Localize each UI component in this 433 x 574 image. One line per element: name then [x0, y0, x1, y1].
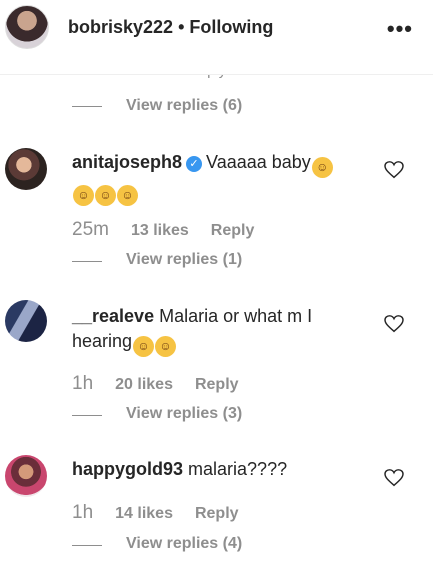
- header-separator: •: [178, 17, 185, 37]
- comment-meta: 1h 20 likes Reply: [72, 373, 261, 395]
- reply-button[interactable]: Reply: [195, 505, 239, 522]
- comment-avatar[interactable]: [5, 300, 47, 342]
- header-avatar[interactable]: [5, 5, 49, 49]
- replies-divider: [72, 545, 102, 546]
- heart-outline-icon[interactable]: [384, 315, 404, 333]
- laughing-tears-emoji-icon: ☺: [95, 185, 116, 206]
- verified-badge-icon: ✓: [186, 156, 203, 172]
- reply-button[interactable]: Reply: [211, 222, 255, 239]
- comment-text: malaria????: [188, 459, 288, 479]
- replies-divider: [72, 415, 102, 416]
- comment-text: Vaaaaa baby: [206, 152, 311, 172]
- more-options-icon[interactable]: •••: [387, 16, 413, 42]
- comment-likes[interactable]: 14 likes: [115, 505, 173, 522]
- laughing-tears-emoji-icon: ☺: [117, 185, 138, 206]
- view-replies-link[interactable]: View replies (1): [126, 251, 242, 269]
- comment-time: 1h: [72, 502, 94, 523]
- comment-username[interactable]: anitajoseph8: [72, 152, 182, 172]
- laughing-tears-emoji-icon: ☺: [155, 336, 177, 357]
- comment-likes[interactable]: 13 likes: [131, 222, 189, 239]
- comment-meta: 1h 14 likes Reply: [72, 502, 261, 524]
- comment-body: happygold93 malaria????: [72, 457, 372, 482]
- post-header: bobrisky222 • Following •••: [0, 0, 433, 75]
- laughing-tears-emoji-icon: ☺: [133, 336, 155, 357]
- comment-meta: 25m 13 likes Reply: [72, 219, 276, 241]
- view-replies-link[interactable]: View replies (6): [126, 97, 242, 115]
- heart-outline-icon[interactable]: [384, 161, 404, 179]
- comment-body: __realeve Malaria or what m I hearing ☺ ☺: [72, 304, 372, 357]
- laughing-tears-emoji-icon: ☺: [73, 185, 94, 206]
- header-user-line: bobrisky222 • Following: [68, 17, 273, 38]
- replies-divider: [72, 261, 102, 262]
- comment-avatar[interactable]: [5, 455, 47, 497]
- view-replies-link[interactable]: View replies (3): [126, 405, 242, 423]
- reply-button[interactable]: Reply: [195, 376, 239, 393]
- replies-divider: [72, 106, 102, 107]
- laughing-tears-emoji-icon: ☺: [311, 157, 333, 178]
- comment-likes[interactable]: 20 likes: [115, 376, 173, 393]
- comment-username[interactable]: happygold93: [72, 459, 183, 479]
- comment-body: anitajoseph8 ✓ Vaaaaa baby ☺ ☺ ☺ ☺: [72, 150, 372, 206]
- view-replies-link[interactable]: View replies (4): [126, 535, 242, 553]
- following-button[interactable]: Following: [189, 17, 273, 37]
- comment-username[interactable]: __realeve: [72, 306, 154, 326]
- heart-outline-icon[interactable]: [384, 469, 404, 487]
- comment-time: 1h: [72, 373, 94, 394]
- comment-avatar[interactable]: [5, 148, 47, 190]
- comment-time: 25m: [72, 219, 109, 240]
- header-username[interactable]: bobrisky222: [68, 17, 173, 37]
